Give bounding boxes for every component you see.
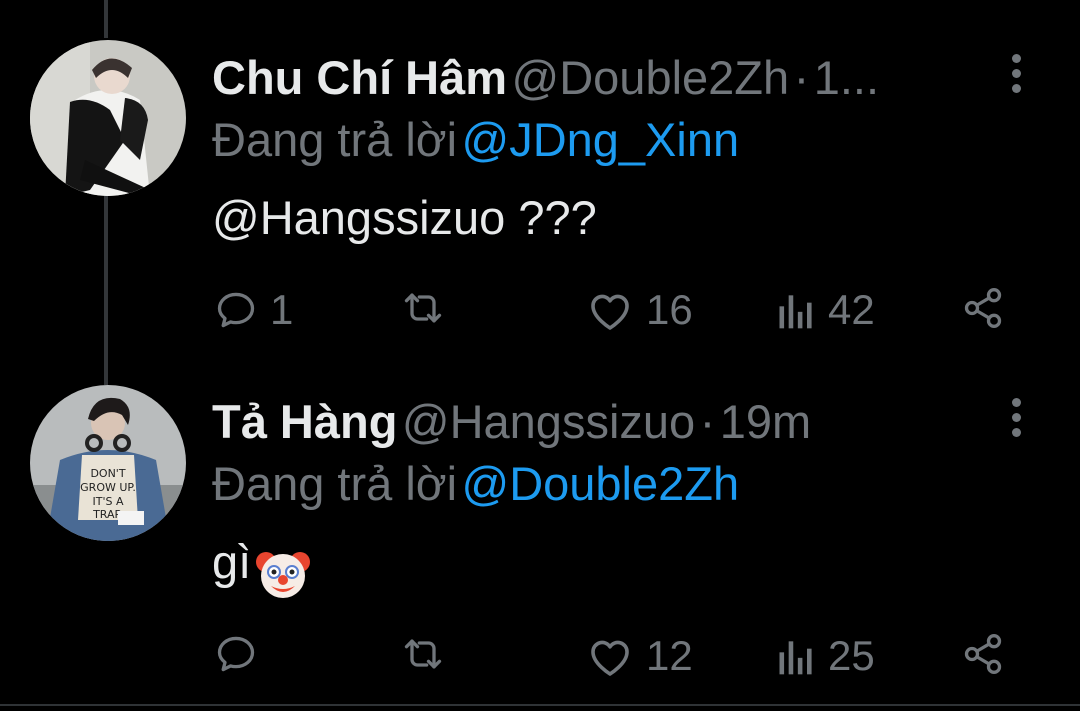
views-button[interactable]: 42 bbox=[776, 286, 875, 334]
separator: · bbox=[699, 395, 716, 448]
handle[interactable]: @Double2Zh bbox=[512, 51, 790, 104]
avatar[interactable] bbox=[30, 40, 186, 196]
display-name[interactable]: Tả Hàng bbox=[212, 395, 397, 448]
handle[interactable]: @Hangssizuo bbox=[402, 395, 695, 448]
reply-button[interactable] bbox=[214, 632, 270, 676]
like-button[interactable]: 12 bbox=[586, 632, 693, 680]
share-button[interactable] bbox=[960, 632, 1006, 676]
svg-text:DON'T: DON'T bbox=[90, 467, 125, 480]
share-icon bbox=[964, 288, 1002, 328]
replying-mention[interactable]: @Double2Zh bbox=[461, 457, 739, 510]
retweet-button[interactable] bbox=[398, 286, 460, 330]
svg-text:IT'S A: IT'S A bbox=[93, 495, 124, 508]
body-mention[interactable]: @Hangssizuo bbox=[212, 191, 505, 244]
replying-to: Đang trả lời @Double2Zh bbox=[212, 456, 739, 511]
like-icon bbox=[591, 640, 629, 676]
timestamp[interactable]: 19m bbox=[720, 395, 811, 448]
body-text: gì bbox=[212, 535, 252, 588]
tweet-header: Tả Hàng @Hangssizuo · 19m bbox=[212, 394, 811, 449]
replying-prefix: Đang trả lời bbox=[212, 457, 458, 510]
share-button[interactable] bbox=[960, 286, 1006, 330]
more-icon[interactable] bbox=[1004, 398, 1028, 440]
body-text: ??? bbox=[505, 191, 597, 244]
reply-button[interactable]: 1 bbox=[214, 286, 293, 334]
reply-count: 1 bbox=[270, 286, 294, 333]
reply-icon bbox=[217, 636, 255, 672]
avatar[interactable]: DON'T GROW UP. IT'S A TRAP. bbox=[30, 385, 186, 541]
timestamp[interactable]: 1... bbox=[814, 51, 879, 104]
divider bbox=[0, 704, 1080, 706]
replying-to: Đang trả lời @JDng_Xinn bbox=[212, 112, 739, 167]
views-count: 25 bbox=[828, 632, 875, 679]
like-count: 16 bbox=[646, 286, 693, 333]
retweet-icon bbox=[404, 639, 442, 669]
tweet-body: gì bbox=[212, 534, 311, 602]
replying-prefix: Đang trả lời bbox=[212, 113, 458, 166]
views-count: 42 bbox=[828, 286, 875, 333]
thread-line-connector bbox=[104, 195, 108, 385]
share-icon bbox=[964, 634, 1002, 674]
like-button[interactable]: 16 bbox=[586, 286, 693, 334]
display-name[interactable]: Chu Chí Hâm bbox=[212, 51, 507, 104]
views-button[interactable]: 25 bbox=[776, 632, 875, 680]
retweet-button[interactable] bbox=[398, 632, 460, 676]
svg-text:GROW UP.: GROW UP. bbox=[80, 481, 136, 494]
reply-icon bbox=[217, 292, 255, 328]
clown-face-icon bbox=[256, 551, 311, 598]
tweet-header: Chu Chí Hâm @Double2Zh · 1... bbox=[212, 50, 879, 105]
retweet-icon bbox=[404, 293, 442, 323]
replying-mention[interactable]: @JDng_Xinn bbox=[461, 113, 739, 166]
thread-line-top bbox=[104, 0, 108, 38]
separator: · bbox=[793, 51, 810, 104]
views-icon bbox=[779, 295, 812, 329]
views-icon bbox=[779, 641, 812, 675]
tweet-body: @Hangssizuo ??? bbox=[212, 190, 597, 245]
more-icon[interactable] bbox=[1004, 54, 1028, 96]
like-count: 12 bbox=[646, 632, 693, 679]
like-icon bbox=[591, 294, 629, 330]
